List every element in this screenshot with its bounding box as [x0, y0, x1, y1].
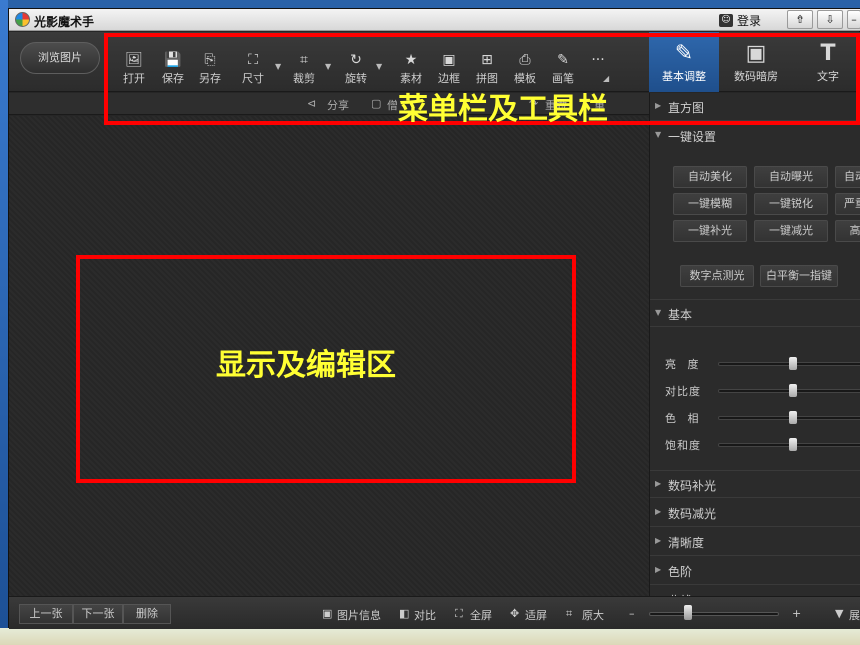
chevron-right-icon: ▶ — [655, 536, 662, 545]
fit-screen-icon: ✥ — [510, 607, 520, 620]
slider-knob[interactable] — [789, 384, 797, 397]
spot-metering-button[interactable]: 数字点测光 — [680, 265, 754, 287]
compare-button[interactable]: 对比 — [414, 607, 436, 623]
menu-button[interactable]: ⇩ — [817, 10, 843, 29]
prev-image-button[interactable]: 上一张 — [19, 604, 73, 624]
section-digital-fill-light[interactable]: ▶ 数码补光 — [650, 470, 860, 498]
desktop-edge — [0, 0, 8, 645]
contrast-slider[interactable]: 对比度 — [650, 381, 860, 401]
brightness-slider[interactable]: 亮 度 — [650, 354, 860, 374]
section-levels[interactable]: ▶ 色阶 — [650, 557, 860, 585]
hue-slider[interactable]: 色 相 — [650, 408, 860, 428]
zoom-out-button[interactable]: – — [629, 607, 635, 620]
expand-button[interactable]: 展 — [849, 607, 860, 623]
delete-button[interactable]: 删除 — [123, 604, 171, 624]
severe-button[interactable]: 严重 — [835, 193, 860, 215]
chevron-right-icon: ▶ — [655, 565, 662, 574]
one-click-fill-light-button[interactable]: 一键补光 — [673, 220, 747, 242]
auto-exposure-button[interactable]: 自动曝光 — [754, 166, 828, 188]
login-button[interactable]: ☺ 登录 — [719, 12, 761, 28]
next-image-button[interactable]: 下一张 — [73, 604, 123, 624]
login-label: 登录 — [737, 13, 762, 28]
white-balance-button[interactable]: 白平衡一指键 — [760, 265, 838, 287]
compare-icon: ◧ — [399, 607, 410, 620]
browse-images-button[interactable]: 浏览图片 — [20, 42, 100, 74]
chevron-down-icon: ▼ — [655, 130, 662, 139]
slider-knob[interactable] — [789, 357, 797, 370]
chevron-right-icon: ▶ — [655, 479, 662, 488]
menu-toolbar-annotation-label: 菜单栏及工具栏 — [398, 92, 608, 127]
one-click-sharpen-button[interactable]: 一键锐化 — [754, 193, 828, 215]
section-clarity[interactable]: ▶ 清晰度 — [650, 528, 860, 556]
app-logo-icon — [15, 12, 30, 27]
taskbar-edge — [0, 628, 860, 645]
original-size-icon: ⌗ — [566, 607, 573, 620]
slider-knob[interactable] — [789, 411, 797, 424]
bottom-bar: 上一张 下一张 删除 ▣ 图片信息 ◧ 对比 ⛶ 全屏 ✥ 适屏 ⌗ 原大 – … — [9, 596, 860, 629]
fit-screen-button[interactable]: 适屏 — [525, 607, 547, 623]
high-button[interactable]: 高 — [835, 220, 860, 242]
chevron-down-icon: ▼ — [655, 308, 662, 317]
section-basic[interactable]: ▼ 基本 — [650, 299, 860, 327]
one-click-reduce-light-button[interactable]: 一键减光 — [754, 220, 828, 242]
fullscreen-button[interactable]: 全屏 — [470, 607, 492, 623]
section-one-click[interactable]: ▼ 一键设置 — [650, 122, 860, 150]
app-title: 光影魔术手 — [34, 15, 95, 29]
fullscreen-icon: ⛶ — [455, 607, 463, 620]
section-digital-reduce-light[interactable]: ▶ 数码减光 — [650, 499, 860, 527]
auto-beautify-button[interactable]: 自动美化 — [673, 166, 747, 188]
expand-dropdown-icon[interactable]: ▼ — [835, 607, 843, 620]
saturation-slider[interactable]: 饱和度 — [650, 435, 860, 455]
one-click-blur-button[interactable]: 一键模糊 — [673, 193, 747, 215]
zoom-slider-knob[interactable] — [684, 605, 692, 620]
slider-knob[interactable] — [789, 438, 797, 451]
auto-more-button[interactable]: 自动 — [835, 166, 860, 188]
minimize-button[interactable]: – — [847, 10, 860, 29]
adjust-panel: ▶ 直方图 ▼ 一键设置 自动美化 自动曝光 自动 一键模糊 一键锐化 严重 一… — [649, 93, 860, 596]
section-curves[interactable]: ▶ 曲线 — [650, 586, 860, 596]
image-info-button[interactable]: 图片信息 — [337, 607, 381, 623]
display-area-annotation-label: 显示及编辑区 — [216, 348, 396, 383]
zoom-in-button[interactable]: + — [792, 607, 801, 620]
user-icon: ☺ — [719, 13, 733, 27]
title-bar: 光影魔术手 ☺ 登录 ⇮ ⇩ – — [9, 9, 860, 31]
image-info-icon: ▣ — [322, 607, 333, 620]
zoom-slider[interactable] — [649, 612, 779, 616]
skin-button[interactable]: ⇮ — [787, 10, 813, 29]
chevron-right-icon: ▶ — [655, 507, 662, 516]
original-size-button[interactable]: 原大 — [582, 607, 604, 623]
